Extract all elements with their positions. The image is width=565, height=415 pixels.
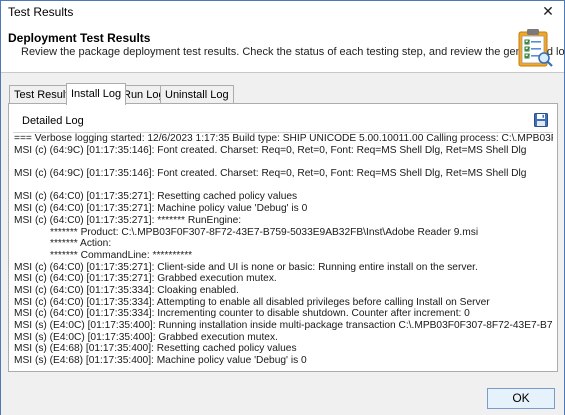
log-line: MSI (s) (E4:0C) [01:17:35:400]: Grabbed …: [14, 331, 278, 343]
log-line: MSI (c) (64:9C) [01:17:35:146]: Font cre…: [14, 168, 527, 180]
log-line: MSI (c) (64:C0) [01:17:35:334]: Attempti…: [14, 296, 490, 308]
log-line: ******* Product: C:\.MPB03F0F307-8F72-43…: [50, 226, 479, 238]
header-banner: Deployment Test Results Review the packa…: [1, 23, 565, 73]
ok-button[interactable]: OK: [487, 388, 555, 409]
log-line: MSI (c) (64:C0) [01:17:35:334]: Incremen…: [14, 308, 470, 320]
window-title: Test Results: [8, 5, 74, 19]
header-description: Review the package deployment test resul…: [21, 46, 565, 58]
log-line: MSI (c) (64:C0) [01:17:35:334]: Cloaking…: [14, 284, 239, 296]
dialog-footer: OK: [1, 379, 564, 415]
log-line: MSI (c) (64:C0) [01:17:35:271]: Machine …: [14, 203, 308, 215]
close-icon[interactable]: ✕: [540, 3, 556, 19]
save-icon[interactable]: [534, 113, 548, 127]
log-line: MSI (c) (64:C0) [01:17:35:271]: Grabbed …: [14, 273, 277, 285]
log-text-area[interactable]: === Verbose logging started: 12/6/2023 1…: [13, 132, 553, 368]
log-line: MSI (c) (64:9C) [01:17:35:146]: Font cre…: [14, 144, 527, 156]
log-line: MSI (s) (E4:0C) [01:17:35:400]: Running …: [14, 320, 553, 331]
header-title: Deployment Test Results: [8, 31, 151, 45]
title-bar: Test Results ✕: [1, 1, 564, 23]
detailed-log-title: Detailed Log: [22, 115, 84, 127]
log-line: MSI (s) (E4:68) [01:17:35:400]: Resettin…: [14, 343, 297, 355]
log-line: MSI (s) (E4:68) [01:17:35:400]: Machine …: [14, 355, 307, 367]
log-line: ******* CommandLine: **********: [50, 249, 193, 261]
log-line: MSI (c) (64:C0) [01:17:35:271]: ******* …: [14, 214, 242, 226]
log-line: MSI (c) (64:C0) [01:17:35:271]: Client-s…: [14, 261, 478, 273]
tab-install-log[interactable]: Install Log: [66, 83, 127, 105]
log-line: ******* Action:: [50, 238, 112, 250]
log-line: MSI (c) (64:C0) [01:17:35:271]: Resettin…: [14, 191, 298, 203]
tab-uninstall-log[interactable]: Uninstall Log: [160, 85, 234, 104]
clipboard-checklist-icon: [518, 29, 553, 67]
test-results-dialog: Test Results ✕ Deployment Test Results R…: [0, 0, 565, 415]
log-line: === Verbose logging started: 12/6/2023 1…: [14, 133, 553, 144]
install-log-panel: Detailed Log === Verbose logging started…: [8, 103, 558, 372]
